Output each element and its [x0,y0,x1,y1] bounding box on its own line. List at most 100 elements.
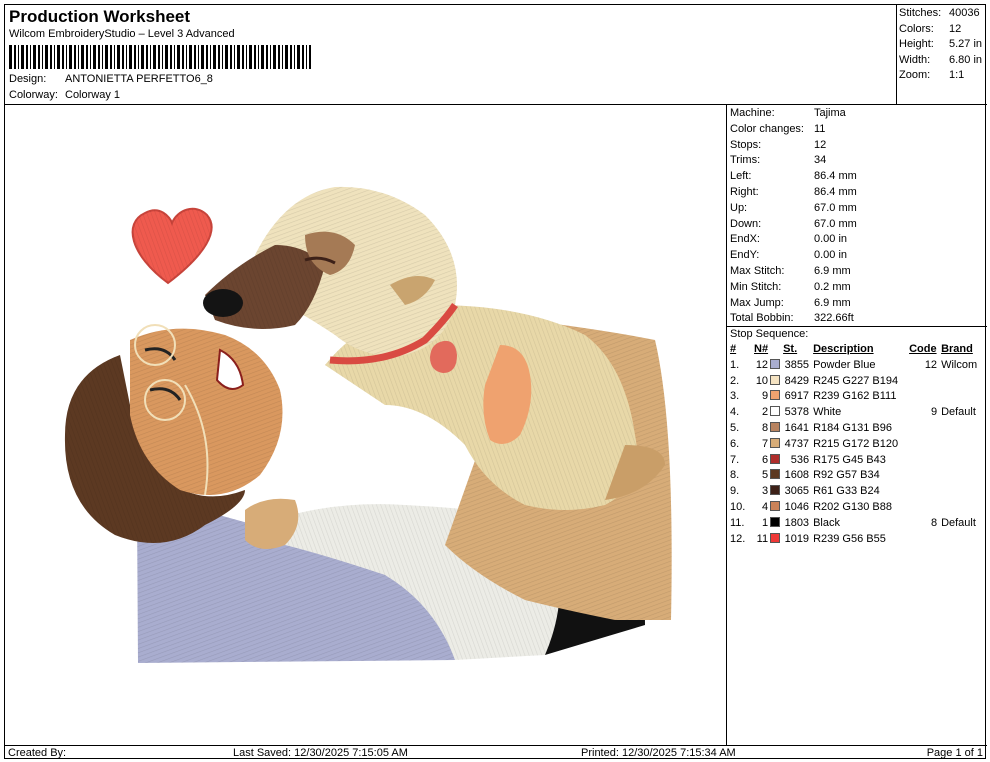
stop-sequence-title: Stop Sequence: [730,328,809,340]
row-index: 2. [730,374,740,387]
color-swatch [770,390,781,401]
row-index: 5. [730,421,740,434]
row-swatch-cell [770,516,783,532]
spec-row: Max Stitch: 6.9 mm [730,264,987,280]
row-stitches: 3065 [784,485,810,498]
stat-label: Zoom: [899,69,931,82]
barcode-bar [33,45,36,69]
spec-row: Right: 86.4 mm [730,185,987,201]
barcode-bar [54,45,55,69]
spec-value: 0.00 in [814,233,848,246]
barcode-bar [213,45,216,69]
spec-row: Color changes: 11 [730,122,987,138]
row-swatch-cell [770,358,783,374]
row-index: 8. [730,469,740,482]
spec-value: 86.4 mm [814,185,857,198]
embroidery-preview [5,105,727,745]
barcode-bar [150,45,151,69]
stat-value: 40036 [949,7,980,19]
spec-label: Min Stitch: [730,280,782,293]
barcode-bar [258,45,259,69]
machine-info-panel: Machine: Tajima Color changes: 11 Stops: 12… [727,105,987,745]
row-description: R175 G45 B43 [813,453,886,466]
color-swatch [770,500,781,511]
barcode-bar [146,45,148,69]
row-code [909,374,941,390]
table-row: 1. 12 3855 Powder Blue 12 Wilcom [730,358,985,374]
row-description: Powder Blue [813,358,876,371]
barcode-bar [86,45,88,69]
row-stitches: 536 [790,453,810,466]
spec-label: Down: [730,217,762,230]
barcode-bar [18,45,19,69]
row-needle: 7 [761,437,769,450]
table-row: 2. 10 8429 R245 G227 B194 [730,374,985,390]
row-code: 8 [930,516,938,529]
created-by: Created By: [8,747,67,759]
barcode-bar [102,45,103,69]
row-swatch-cell [770,421,783,437]
row-description: White [813,406,842,419]
barcode-bar [14,45,16,69]
barcode-bar [74,45,76,69]
barcode-bar [198,45,199,69]
row-stitches: 6917 [784,390,810,403]
barcode-bar [225,45,228,69]
design-value: ANTONIETTA PERFETTO6_8 [65,73,213,85]
table-row: 7. 6 536 R175 G45 B43 [730,453,985,469]
spec-row: Trims: 34 [730,153,987,169]
row-code [909,421,941,437]
barcode-bar [294,45,295,69]
spec-value: 0.2 mm [814,280,851,293]
spec-value: Tajima [814,107,846,119]
table-row: 12. 11 1019 R239 G56 B55 [730,532,985,548]
row-code: 9 [930,406,938,419]
design-label: Design: [9,73,47,85]
worksheet-sheet: Production Worksheet Wilcom EmbroiderySt… [4,4,987,759]
barcode-bar [194,45,196,69]
row-code [909,453,941,469]
barcode-bar [261,45,264,69]
barcode-bar [138,45,139,69]
barcode-bar [306,45,307,69]
barcode-bar [21,45,24,69]
row-stitches: 1608 [784,469,810,482]
col-index: # [730,343,737,355]
color-swatch [770,516,781,527]
stat-row: Stitches: 40036 [899,6,987,22]
barcode-bar [141,45,144,69]
barcode-bar [78,45,79,69]
row-description: R215 G172 B120 [813,437,899,450]
barcode-bar [222,45,223,69]
barcode-bar [90,45,91,69]
row-brand: Default [941,406,976,419]
barcode-bar [186,45,187,69]
row-needle: 8 [761,421,769,434]
spec-value: 0.00 in [814,249,848,262]
spec-value: 6.9 mm [814,264,851,277]
row-swatch-cell [770,500,783,516]
barcode-bar [81,45,84,69]
spec-value: 67.0 mm [814,217,857,230]
col-brand: Brand [941,343,973,355]
barcode-bar [285,45,288,69]
row-brand [941,468,985,484]
stat-label: Stitches: [899,7,942,19]
barcode-bar [249,45,252,69]
row-stitches: 8429 [784,374,810,387]
stat-row: Colors: 12 [899,22,987,38]
barcode-bar [246,45,247,69]
spec-label: Total Bobbin: [730,312,794,325]
row-description: R184 G131 B96 [813,421,892,434]
stat-label: Height: [899,38,934,51]
design-row: Design: ANTONIETTA PERFETTO6_8 [9,73,213,85]
barcode-bar [237,45,240,69]
spec-label: EndX: [730,233,760,246]
barcode-bar [98,45,100,69]
colorway-label: Colorway: [9,89,58,101]
spec-label: Up: [730,201,748,214]
barcode-bar [177,45,180,69]
spec-label: Max Stitch: [730,264,785,277]
row-swatch-cell [770,468,783,484]
row-swatch-cell [770,453,783,469]
